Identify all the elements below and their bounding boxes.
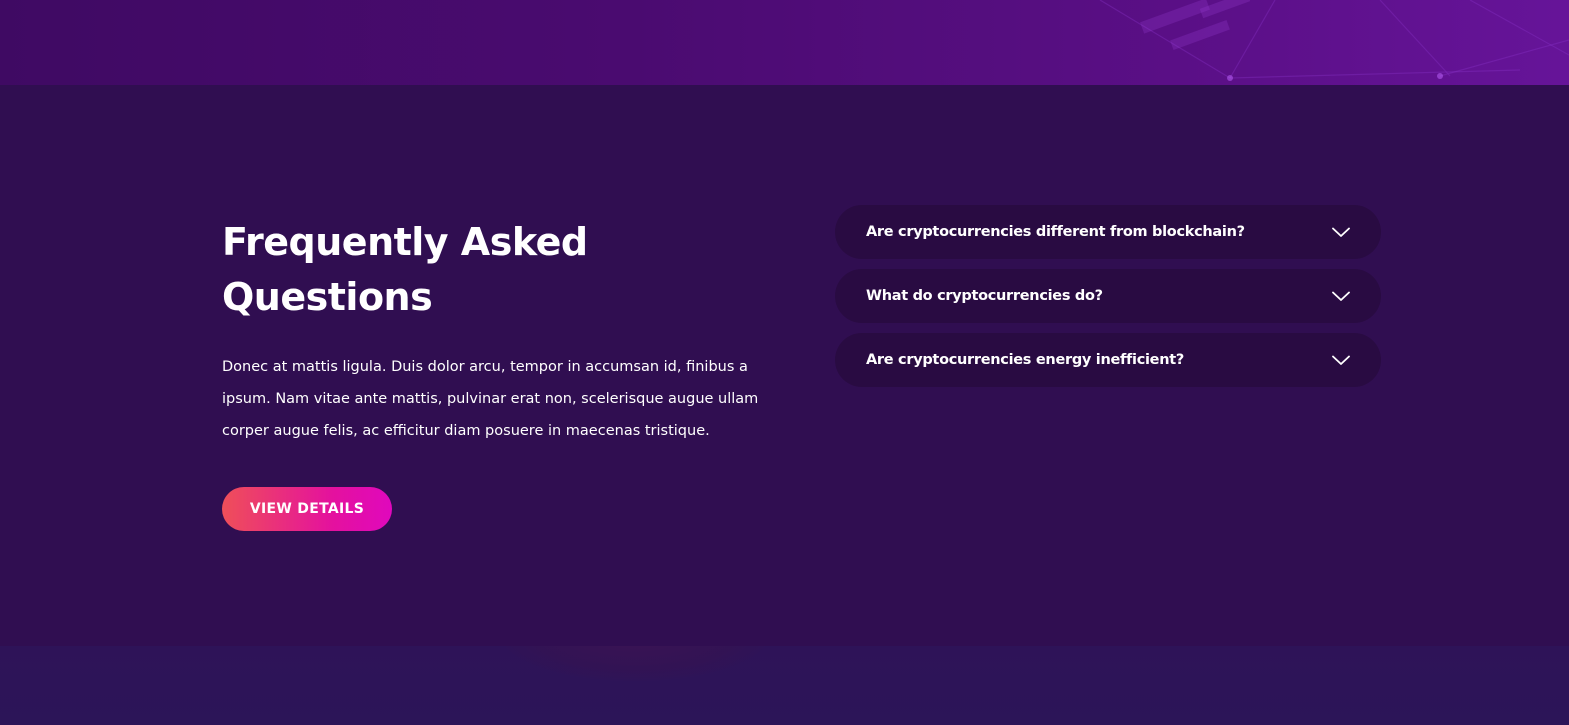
faq-accordion: Are cryptocurrencies different from bloc… bbox=[835, 205, 1381, 397]
accordion-question: Are cryptocurrencies different from bloc… bbox=[866, 224, 1245, 240]
faq-title-line-1: Frequently Asked bbox=[222, 220, 588, 264]
hero-background-band bbox=[0, 0, 1569, 85]
chevron-down-icon bbox=[1331, 286, 1351, 306]
faq-intro: Frequently Asked Questions Donec at matt… bbox=[222, 215, 782, 531]
next-section-background bbox=[0, 646, 1569, 725]
chevron-down-icon bbox=[1331, 350, 1351, 370]
faq-section: Frequently Asked Questions Donec at matt… bbox=[0, 85, 1569, 646]
page: Frequently Asked Questions Donec at matt… bbox=[0, 0, 1569, 725]
faq-title: Frequently Asked Questions bbox=[222, 215, 782, 325]
accordion-item-blockchain[interactable]: Are cryptocurrencies different from bloc… bbox=[835, 205, 1381, 259]
network-lines-decoration bbox=[1099, 0, 1569, 81]
faq-description: Donec at mattis ligula. Duis dolor arcu,… bbox=[222, 359, 759, 439]
view-details-button[interactable]: VIEW DETAILS bbox=[222, 487, 392, 531]
accordion-item-what-do[interactable]: What do cryptocurrencies do? bbox=[835, 269, 1381, 323]
chevron-down-icon bbox=[1331, 222, 1351, 242]
accordion-question: What do cryptocurrencies do? bbox=[866, 288, 1103, 304]
accordion-question: Are cryptocurrencies energy inefficient? bbox=[866, 352, 1184, 368]
faq-title-line-2: Questions bbox=[222, 275, 433, 319]
accordion-item-energy[interactable]: Are cryptocurrencies energy inefficient? bbox=[835, 333, 1381, 387]
coin-shadow-decoration bbox=[500, 646, 770, 681]
